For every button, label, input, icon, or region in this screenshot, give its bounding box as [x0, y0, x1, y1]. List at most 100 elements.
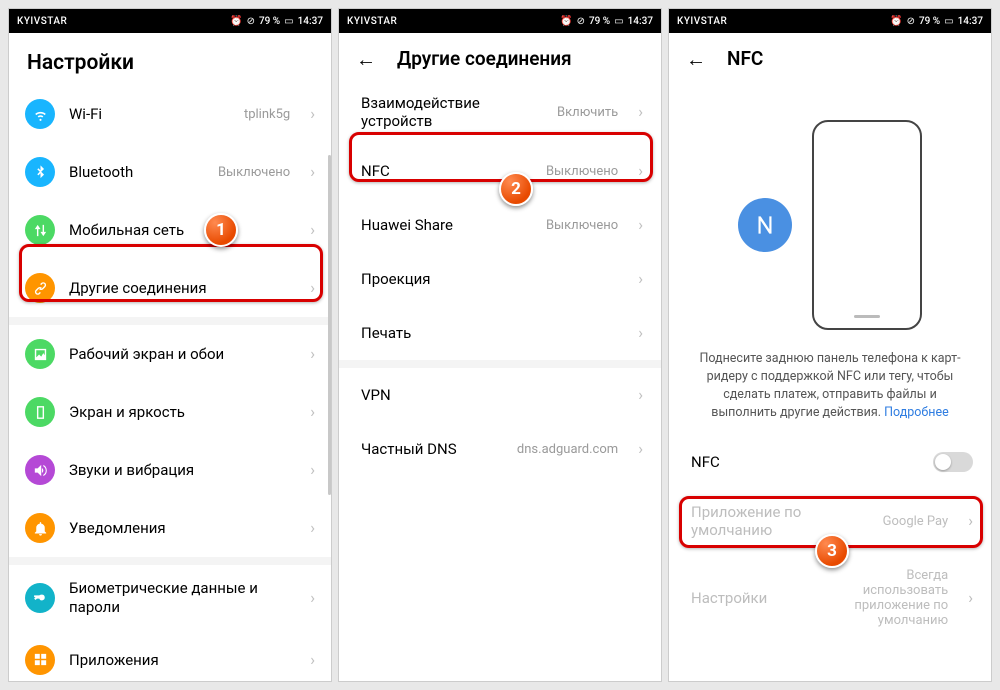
dnd-icon: ⊘: [577, 16, 585, 27]
row-label: Другие соединения: [69, 279, 296, 297]
row-label: NFC: [361, 162, 532, 180]
header: ← Другие соединения: [339, 33, 661, 80]
header: ← NFC: [669, 33, 991, 80]
row-value: tplink5g: [244, 107, 290, 122]
row-label: Экран и яркость: [69, 403, 296, 421]
row-label: Проекция: [361, 270, 624, 288]
status-bar: KYIVSTAR ⏰ ⊘ 79 % ▭ 14:37: [669, 9, 991, 33]
nfc-illustration: [669, 80, 991, 340]
chevron-right-icon: ›: [310, 346, 315, 362]
chevron-right-icon: ›: [310, 222, 315, 238]
phone-outline-icon: [812, 120, 922, 330]
row-mobile-network[interactable]: Мобильная сеть ›: [9, 201, 331, 259]
alarm-icon: ⏰: [560, 16, 572, 27]
row-label: Приложения: [69, 651, 296, 669]
wallpaper-icon: [25, 339, 55, 369]
apps-icon: [25, 645, 55, 675]
row-label: Настройки: [691, 589, 804, 607]
nfc-toggle[interactable]: [933, 452, 973, 472]
row-vpn[interactable]: VPN ›: [339, 368, 661, 422]
row-apps[interactable]: Приложения ›: [9, 631, 331, 682]
row-value: Всегда использовать приложение по умолча…: [818, 568, 948, 628]
row-value: Включить: [557, 105, 618, 120]
row-private-dns[interactable]: Частный DNS dns.adguard.com ›: [339, 422, 661, 476]
row-label: VPN: [361, 386, 624, 404]
row-label: Wi-Fi: [69, 105, 230, 123]
row-label: Биометрические данные и пароли: [69, 579, 296, 617]
chevron-right-icon: ›: [310, 652, 315, 668]
row-wifi[interactable]: Wi-Fi tplink5g ›: [9, 85, 331, 143]
row-biometrics[interactable]: Биометрические данные и пароли ›: [9, 565, 331, 631]
chevron-right-icon: ›: [310, 280, 315, 296]
row-projection[interactable]: Проекция ›: [339, 252, 661, 306]
chevron-right-icon: ›: [968, 590, 973, 606]
status-bar: KYIVSTAR ⏰ ⊘ 79 % ▭ 14:37: [339, 9, 661, 33]
chevron-right-icon: ›: [638, 441, 643, 457]
row-label: Приложение по умолчанию: [691, 503, 869, 541]
alarm-icon: ⏰: [890, 16, 902, 27]
row-label: Печать: [361, 324, 624, 342]
page-title: Другие соединения: [397, 47, 572, 70]
row-display[interactable]: Экран и яркость ›: [9, 383, 331, 441]
screen-other-connections: KYIVSTAR ⏰ ⊘ 79 % ▭ 14:37 ← Другие соеди…: [338, 8, 662, 682]
row-label: Bluetooth: [69, 163, 204, 181]
row-nfc-toggle[interactable]: NFC: [669, 435, 991, 489]
row-device-interaction[interactable]: Взаимодействие устройств Включить ›: [339, 80, 661, 144]
row-label: Мобильная сеть: [69, 221, 296, 239]
dnd-icon: ⊘: [907, 16, 915, 27]
back-arrow-icon[interactable]: ←: [685, 48, 707, 70]
sound-icon: [25, 455, 55, 485]
row-value: dns.adguard.com: [517, 442, 618, 457]
row-print[interactable]: Печать ›: [339, 306, 661, 360]
back-arrow-icon[interactable]: ←: [355, 48, 377, 70]
row-label: Рабочий экран и обои: [69, 345, 296, 363]
chevron-right-icon: ›: [638, 325, 643, 341]
chevron-right-icon: ›: [310, 164, 315, 180]
row-value: Выключено: [546, 164, 618, 179]
key-icon: [25, 583, 55, 613]
screen-nfc: KYIVSTAR ⏰ ⊘ 79 % ▭ 14:37 ← NFC Поднесит…: [668, 8, 992, 682]
separator: [9, 317, 331, 325]
page-title: Настройки: [9, 33, 331, 85]
learn-more-link[interactable]: Подробнее: [884, 405, 949, 420]
row-bluetooth[interactable]: Bluetooth Выключено ›: [9, 143, 331, 201]
display-icon: [25, 397, 55, 427]
row-notifications[interactable]: Уведомления ›: [9, 499, 331, 557]
chevron-right-icon: ›: [638, 217, 643, 233]
row-nfc[interactable]: NFC Выключено ›: [339, 144, 661, 198]
chevron-right-icon: ›: [310, 520, 315, 536]
row-default-app[interactable]: Приложение по умолчанию Google Pay ›: [669, 489, 991, 555]
chevron-right-icon: ›: [310, 106, 315, 122]
screen-settings: KYIVSTAR ⏰ ⊘ 79 % ▭ 14:37 Настройки Wi-F…: [8, 8, 332, 682]
chevron-right-icon: ›: [638, 104, 643, 120]
alarm-icon: ⏰: [230, 16, 242, 27]
row-label: NFC: [691, 453, 919, 471]
nfc-description: Поднесите заднюю панель телефона к карт-…: [669, 340, 991, 435]
row-huawei-share[interactable]: Huawei Share Выключено ›: [339, 198, 661, 252]
row-value: Выключено: [218, 165, 290, 180]
row-label: Уведомления: [69, 519, 296, 537]
page-title: NFC: [727, 47, 763, 70]
chevron-right-icon: ›: [638, 387, 643, 403]
nfc-icon: [738, 198, 792, 252]
row-value: Google Pay: [883, 514, 949, 529]
chevron-right-icon: ›: [968, 513, 973, 529]
row-nfc-settings[interactable]: Настройки Всегда использовать приложение…: [669, 554, 991, 642]
bluetooth-icon: [25, 157, 55, 187]
separator: [9, 557, 331, 565]
bell-icon: [25, 513, 55, 543]
wifi-icon: [25, 99, 55, 129]
row-label: Huawei Share: [361, 216, 532, 234]
row-other-connections[interactable]: Другие соединения ›: [9, 259, 331, 317]
row-label: Взаимодействие устройств: [361, 94, 543, 130]
mobile-data-icon: [25, 215, 55, 245]
chevron-right-icon: ›: [310, 462, 315, 478]
chevron-right-icon: ›: [310, 590, 315, 606]
status-bar: KYIVSTAR ⏰ ⊘ 79 % ▭ 14:37: [9, 9, 331, 33]
row-label: Звуки и вибрация: [69, 461, 296, 479]
row-value: Выключено: [546, 218, 618, 233]
link-icon: [25, 273, 55, 303]
row-sound[interactable]: Звуки и вибрация ›: [9, 441, 331, 499]
chevron-right-icon: ›: [638, 163, 643, 179]
row-wallpaper[interactable]: Рабочий экран и обои ›: [9, 325, 331, 383]
